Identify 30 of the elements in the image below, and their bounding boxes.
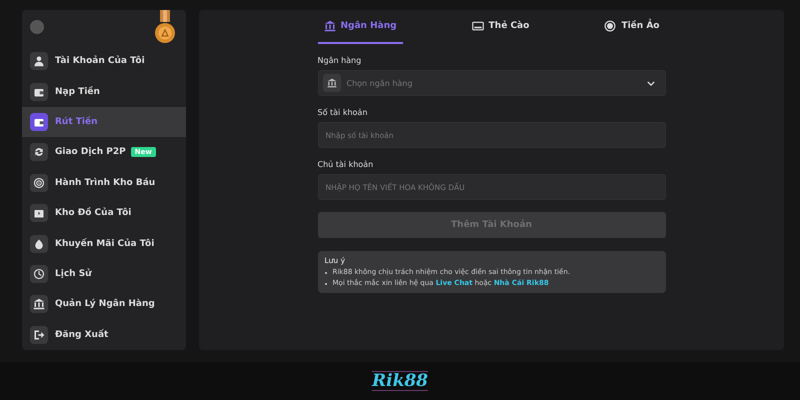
swap-arrows-icon <box>33 146 45 158</box>
bank-icon <box>326 78 336 88</box>
sidebar-item[interactable]: Khuyến Mãi Của Tôi <box>22 228 186 259</box>
sidebar-item[interactable]: Hành Trình Kho Báu <box>22 168 186 198</box>
clock-icon <box>33 268 45 280</box>
wallet-icon <box>33 116 45 128</box>
footer-logo: Rik88 <box>372 370 428 392</box>
logout-icon <box>33 328 45 341</box>
card-icon <box>472 20 484 32</box>
medal-icon <box>154 10 176 44</box>
tab[interactable]: Ngân Hàng <box>318 10 403 44</box>
sidebar-item[interactable]: Kho Đồ Của Tôi <box>22 198 186 228</box>
sidebar-item[interactable]: Tài Khoản Của Tôi <box>22 46 186 76</box>
sidebar-item[interactable]: Quản Lý Ngân Hàng <box>22 289 186 320</box>
coin-icon <box>604 20 616 32</box>
bank-icon <box>33 298 45 310</box>
tab[interactable]: Tiền Ảo <box>598 10 666 44</box>
bank-icon <box>324 20 336 32</box>
avatar-icon <box>30 20 44 34</box>
user-icon <box>33 55 45 68</box>
tab[interactable]: Thẻ Cào <box>466 10 536 44</box>
target-icon <box>33 176 45 189</box>
field-label: Số tài khoản <box>318 108 368 117</box>
sidebar-item[interactable]: Lịch Sử <box>22 258 186 290</box>
chest-icon <box>33 207 45 220</box>
field-label: Ngân hàng <box>318 56 362 65</box>
field-label: Chủ tài khoản <box>318 160 374 169</box>
chevron-down-icon <box>646 80 654 86</box>
sidebar-item[interactable]: Đăng Xuất <box>22 320 186 350</box>
sidebar-item[interactable]: Nạp Tiền <box>22 76 186 107</box>
